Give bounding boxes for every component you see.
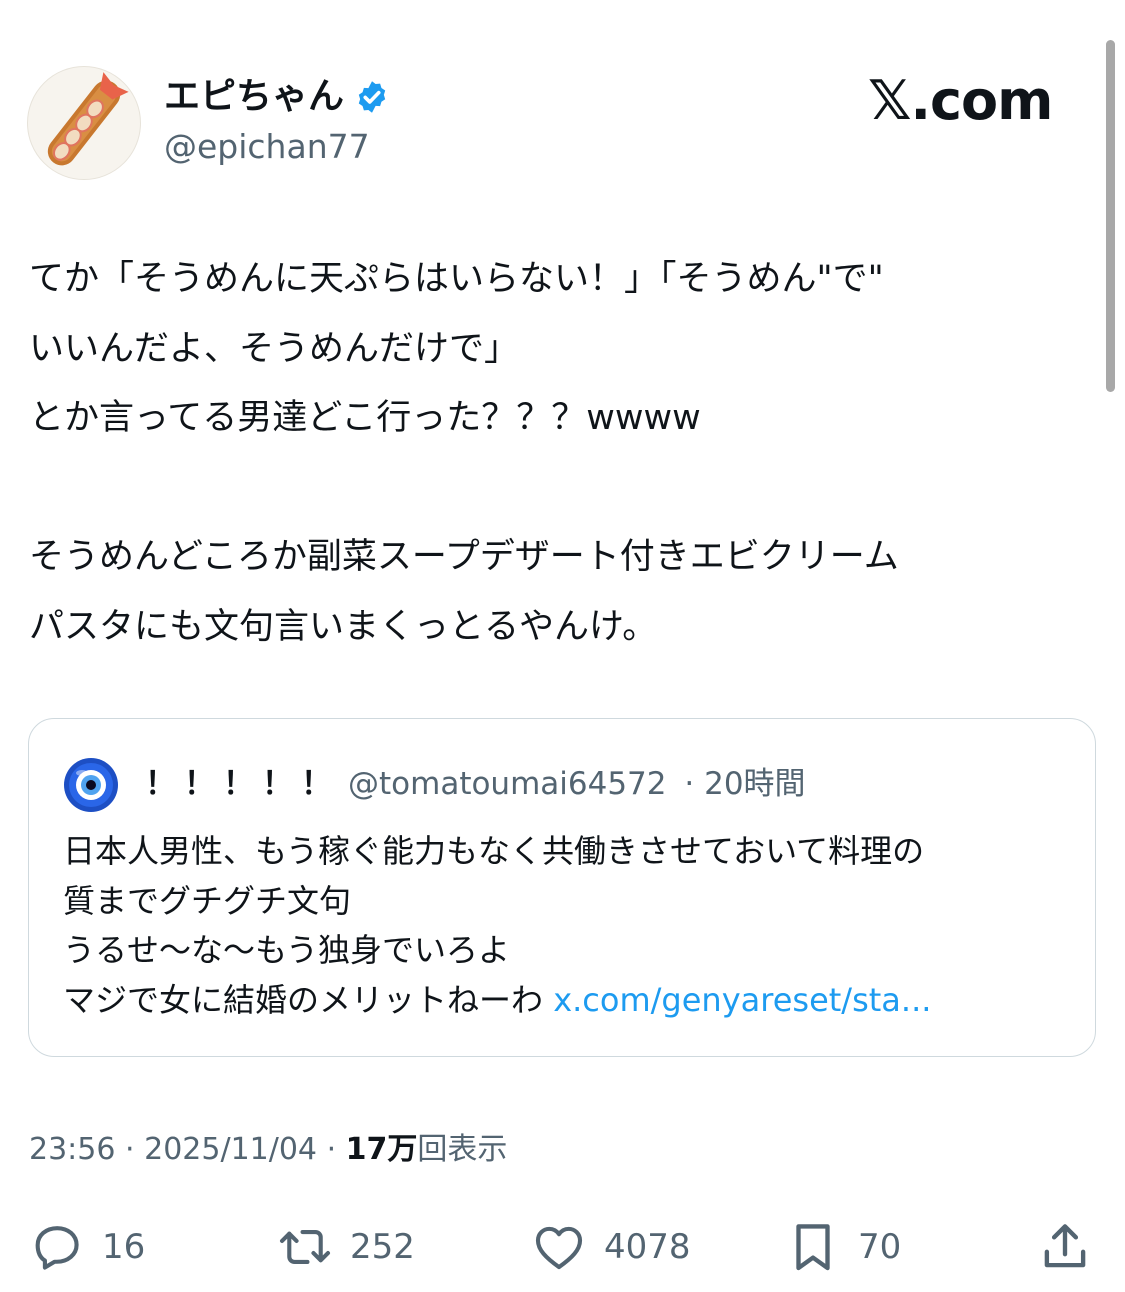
quoted-tweet[interactable]: ！！！！！ @tomatoumai64572 · 20時間 日本人男性、もう稼ぐ能…: [28, 718, 1096, 1057]
repost-icon: [279, 1229, 331, 1265]
views-count: 17万: [345, 1132, 418, 1167]
tweet-meta: 23:56 · 2025/11/04 · 17万回表示: [29, 1128, 507, 1172]
quoted-line: うるせ〜な〜もう独身でいろよ: [63, 931, 511, 969]
nazar-eye-avatar-icon[interactable]: [63, 757, 119, 813]
quoted-line: 質までグチグチ文句: [63, 881, 352, 920]
tweet-line: てか「そうめんに天ぷらはいらない！」「そうめん"で": [29, 259, 884, 299]
meta-separator: ·: [125, 1132, 135, 1167]
tweet-date[interactable]: 2025/11/04: [144, 1132, 317, 1167]
author-name-text: エピちゃん: [164, 76, 345, 117]
like-button[interactable]: 4078: [530, 1218, 691, 1276]
share-icon: [1044, 1224, 1086, 1268]
tweet-line: とか言ってる男達どこ行った？？？wwww: [29, 398, 701, 438]
tweet-time[interactable]: 23:56: [29, 1132, 115, 1167]
author-display-name[interactable]: エピちゃん: [164, 72, 390, 122]
quoted-line: マジで女に結婚のメリットねーわ x.com/genyareset/sta...: [63, 976, 1073, 1026]
verified-badge-icon: [358, 81, 386, 113]
quoted-handle[interactable]: @tomatoumai64572: [348, 766, 667, 802]
quoted-text: 日本人男性、もう稼ぐ能力もなく共働きさせておいて料理の 質までグチグチ文句 うる…: [63, 827, 1073, 1025]
quoted-line: 日本人男性、もう稼ぐ能力もなく共働きさせておいて料理の: [63, 832, 925, 870]
reply-icon: [35, 1226, 79, 1270]
repost-button[interactable]: 252: [276, 1218, 415, 1276]
bookmark-icon: [796, 1224, 830, 1271]
author-handle[interactable]: @epichan77: [164, 124, 370, 170]
tweet-line: そうめんどころか副菜スープデザート付きエビクリーム: [29, 537, 899, 577]
reply-button[interactable]: 16: [28, 1218, 145, 1276]
tweet-line: パスタにも文句言いまくっとるやんけ。: [29, 606, 658, 647]
like-icon: [535, 1226, 583, 1270]
tweet-line: いいんだよ、そうめんだけで」: [29, 328, 520, 369]
views-label: 回表示: [417, 1132, 508, 1167]
quoted-separator: ·: [684, 766, 695, 802]
quoted-link[interactable]: x.com/genyareset/sta...: [553, 981, 931, 1019]
share-button[interactable]: [1036, 1218, 1094, 1276]
quoted-last-line: マジで女に結婚のメリットねーわ: [63, 980, 544, 1019]
scrollbar[interactable]: [1106, 40, 1115, 392]
x-logo: 𝕏.com: [868, 69, 1053, 132]
author-avatar[interactable]: [27, 66, 141, 180]
quoted-display-name[interactable]: ！！！！！: [145, 766, 340, 802]
tweet-text: てか「そうめんに天ぷらはいらない！」「そうめん"で" いいんだよ、そうめんだけで…: [29, 245, 1099, 662]
reply-count: 16: [102, 1227, 146, 1267]
tweet-blank-line: [29, 454, 1099, 524]
bookmark-button[interactable]: 70: [784, 1218, 901, 1276]
ebi-fry-avatar-icon: [47, 72, 129, 166]
quoted-header: ！！！！！ @tomatoumai64572 · 20時間: [145, 761, 806, 807]
quoted-time[interactable]: 20時間: [704, 766, 805, 802]
bookmark-count: 70: [858, 1227, 902, 1267]
meta-separator: ·: [326, 1132, 337, 1167]
like-count: 4078: [604, 1227, 691, 1267]
repost-count: 252: [350, 1227, 415, 1267]
action-bar: 16 252 4078 70: [0, 1212, 1125, 1282]
